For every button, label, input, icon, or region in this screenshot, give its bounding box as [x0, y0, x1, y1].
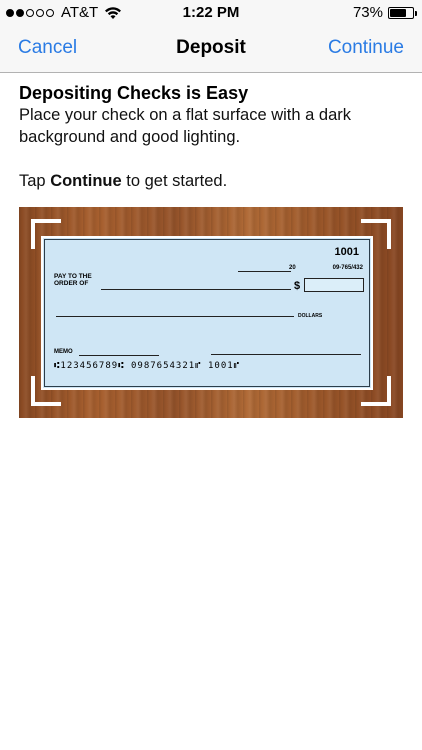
- dollar-sign: $: [294, 280, 301, 292]
- instructions-section: Depositing Checks is Easy Place your che…: [19, 82, 409, 192]
- status-right: 73%: [352, 4, 417, 21]
- signature-line: [211, 354, 361, 355]
- pay-to-label: PAY TO THE ORDER OF: [54, 273, 92, 287]
- instructions-heading: Depositing Checks is Easy: [19, 83, 249, 103]
- amount-box: [304, 278, 364, 292]
- check-number: 1001: [334, 246, 359, 258]
- status-bar: AT&T 1:22 PM 73%: [0, 0, 422, 26]
- battery-icon: [388, 6, 417, 19]
- battery-percent: 73%: [352, 4, 383, 21]
- micr-line: ⑆123456789⑆ 0987654321⑈ 1001⑈: [54, 361, 241, 371]
- instructions-description: Place your check on a flat surface with …: [19, 106, 351, 146]
- instructions-tap-continue: Tap Continue to get started.: [19, 170, 409, 192]
- navigation-bar: Cancel Deposit Continue: [0, 26, 422, 73]
- sample-check: 1001 20 09-765/432 PAY TO THE ORDER OF $…: [41, 236, 373, 390]
- battery-cap: [415, 10, 417, 16]
- date-year-prefix: 20: [289, 265, 296, 271]
- instruction-suffix: to get started.: [121, 172, 228, 190]
- instruction-prefix: Tap: [19, 172, 51, 190]
- battery-fill: [390, 8, 407, 17]
- memo-line: [79, 355, 159, 356]
- date-line: [238, 271, 291, 272]
- instruction-continue-bold: Continue: [50, 172, 122, 190]
- memo-label: MEMO: [54, 349, 73, 355]
- dollars-label: DOLLARS: [298, 313, 323, 319]
- routing-fraction: 09-765/432: [332, 265, 363, 271]
- written-amount-line: [56, 316, 294, 317]
- check-illustration: 1001 20 09-765/432 PAY TO THE ORDER OF $…: [19, 207, 403, 418]
- continue-button[interactable]: Continue: [328, 37, 404, 59]
- payee-line: [101, 289, 291, 290]
